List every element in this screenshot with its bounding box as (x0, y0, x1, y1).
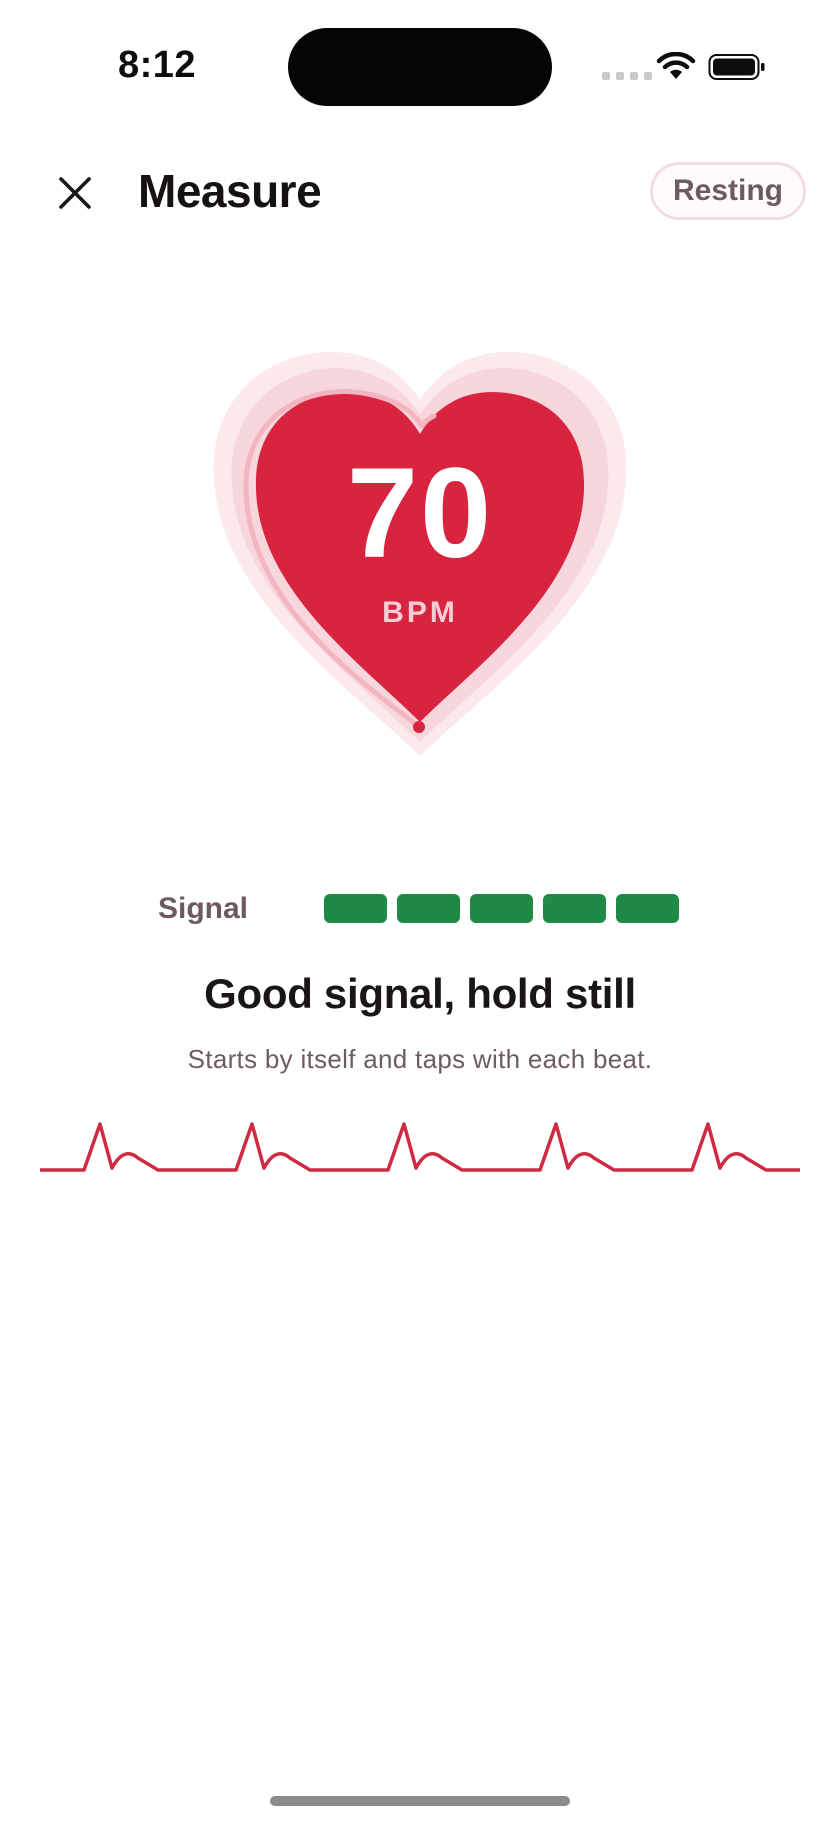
home-indicator[interactable] (270, 1796, 570, 1806)
battery-icon (708, 54, 765, 80)
close-button[interactable] (52, 170, 98, 216)
header: Measure Resting (0, 150, 840, 234)
signal-quality: Signal (158, 890, 698, 926)
ecg-line (40, 1122, 800, 1172)
signal-bar (470, 894, 533, 923)
signal-bar (397, 894, 460, 923)
close-icon (59, 177, 91, 209)
status-bar: 8:12 (0, 0, 840, 130)
bpm-unit: BPM (382, 596, 458, 629)
cellular-signal-icon (602, 72, 652, 80)
signal-bars (324, 894, 679, 923)
signal-bar (324, 894, 387, 923)
status-subtext: Starts by itself and taps with each beat… (187, 1044, 653, 1074)
dynamic-island (288, 28, 552, 106)
bpm-value: 70 (346, 442, 494, 585)
signal-label: Signal (158, 892, 249, 925)
page-title: Measure (138, 165, 322, 217)
resting-mode-button[interactable]: Resting (650, 162, 806, 220)
signal-bar (543, 894, 606, 923)
heart-rate-display: 70 BPM (200, 350, 640, 770)
ecg-waveform (40, 1122, 800, 1172)
wifi-icon (656, 52, 696, 79)
signal-bar (616, 894, 679, 923)
status-heading: Good signal, hold still (204, 970, 636, 1017)
status-time: 8:12 (118, 44, 197, 86)
